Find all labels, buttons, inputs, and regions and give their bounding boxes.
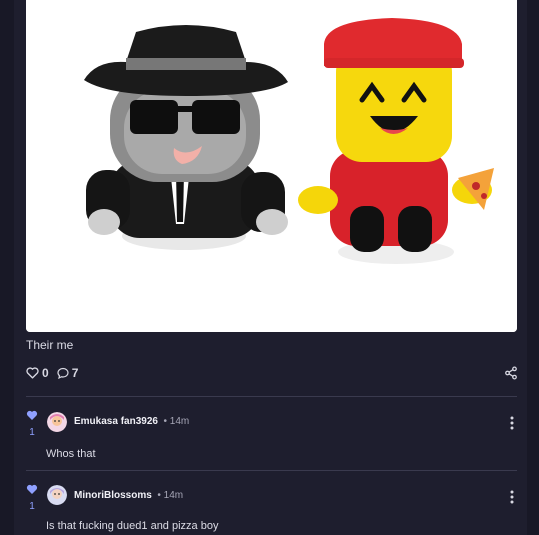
- vote-count: 1: [29, 427, 35, 438]
- vertical-dots-icon[interactable]: [508, 489, 516, 505]
- plush-toys-illustration: [26, 0, 517, 332]
- left-gutter: [0, 0, 14, 535]
- comment-separator: •: [154, 490, 164, 501]
- comment-time: 14m: [169, 416, 190, 427]
- post-image[interactable]: [26, 0, 517, 332]
- comment-author[interactable]: Emukasa fan3926: [74, 416, 158, 427]
- comment-button[interactable]: 7: [57, 366, 79, 380]
- avatar-image: [47, 485, 67, 505]
- post-actions: 0 7: [26, 366, 78, 380]
- comment-count: 7: [71, 366, 79, 380]
- comment-text: Is that fucking dued1 and pizza boy: [46, 520, 219, 532]
- heart-filled-icon[interactable]: [26, 484, 38, 495]
- comment-author-line: Emukasa fan3926 • 14m: [74, 416, 189, 427]
- post-caption: Their me: [26, 338, 74, 352]
- vertical-dots-icon[interactable]: [508, 415, 516, 431]
- share-icon[interactable]: [504, 366, 518, 380]
- comment-separator: •: [160, 416, 170, 427]
- speech-bubble-icon: [57, 367, 69, 379]
- vote-control[interactable]: 1: [26, 482, 38, 512]
- heart-filled-icon[interactable]: [26, 410, 38, 421]
- avatar[interactable]: [47, 485, 67, 505]
- heart-outline-icon: [26, 367, 39, 379]
- avatar-image: [47, 412, 67, 432]
- comment-item: 1 Emukasa fan3926 • 14m Whos that: [26, 408, 517, 468]
- comment-author-line: MinoriBlossoms • 14m: [74, 490, 183, 501]
- right-gutter: [527, 0, 539, 535]
- post-divider: [26, 396, 517, 397]
- comment-item: 1 MinoriBlossoms • 14m Is that fucking d…: [26, 482, 517, 535]
- vote-control[interactable]: 1: [26, 408, 38, 438]
- comment-text: Whos that: [46, 448, 96, 460]
- vote-count: 1: [29, 501, 35, 512]
- comment-author[interactable]: MinoriBlossoms: [74, 490, 152, 501]
- like-count: 0: [42, 366, 49, 380]
- avatar[interactable]: [47, 412, 67, 432]
- comment-time: 14m: [163, 490, 184, 501]
- comment-divider: [26, 470, 517, 471]
- like-button[interactable]: 0: [26, 366, 49, 380]
